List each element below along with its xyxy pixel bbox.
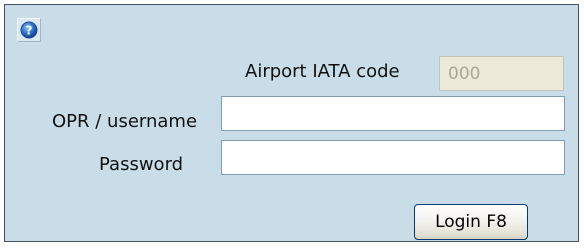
airport-code-label: Airport IATA code <box>245 61 400 82</box>
password-label: Password <box>99 154 184 175</box>
username-input[interactable] <box>221 96 565 131</box>
help-button[interactable]: ? <box>17 18 41 42</box>
airport-code-input[interactable] <box>439 56 564 91</box>
username-label: OPR / username <box>52 111 198 132</box>
password-input[interactable] <box>221 140 565 175</box>
login-button[interactable]: Login F8 <box>414 204 528 240</box>
svg-text:?: ? <box>26 24 33 38</box>
help-icon: ? <box>20 21 38 39</box>
login-panel: ? Airport IATA code OPR / username Passw… <box>4 4 579 242</box>
